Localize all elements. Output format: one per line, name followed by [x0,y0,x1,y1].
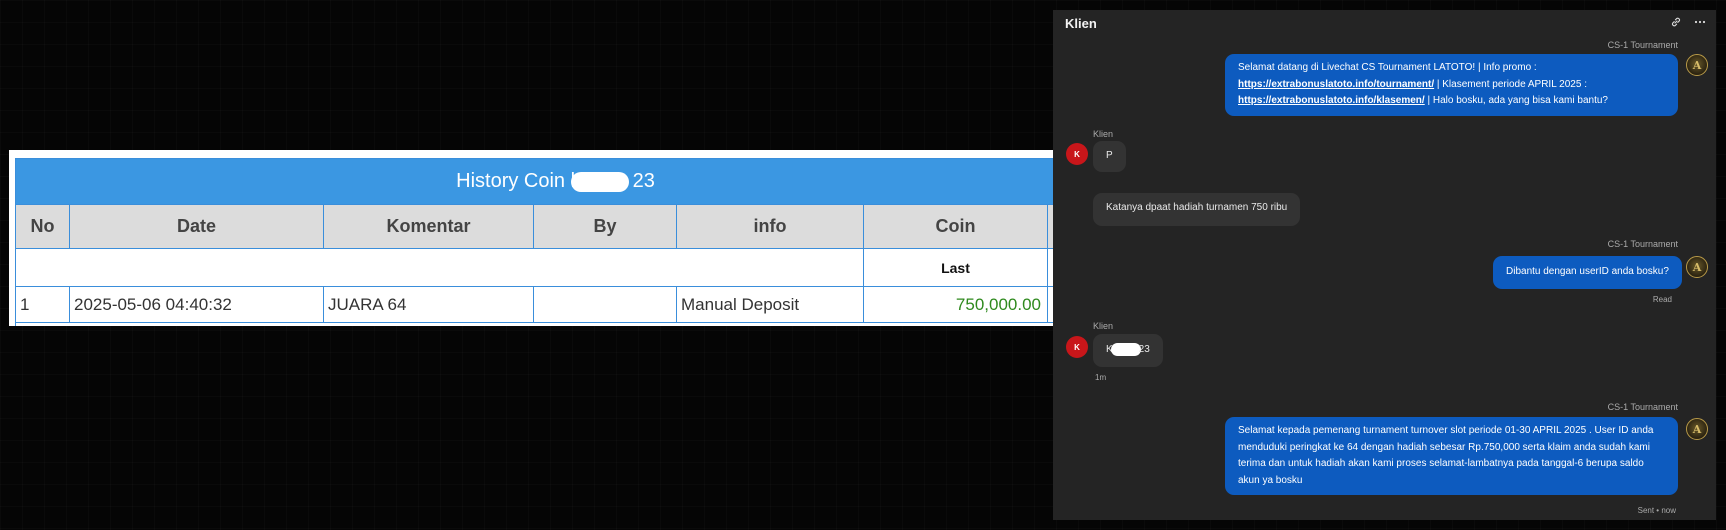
chat-actions [1670,16,1706,31]
client-message: P [1093,141,1126,172]
message-time: 1m [1095,373,1107,382]
table-title-suffix: 23 [632,170,655,192]
agent-message-welcome: Selamat datang di Livechat CS Tournament… [1225,54,1678,116]
table-title: History Coin k 23 [14,158,1053,205]
link-icon[interactable] [1670,16,1682,31]
cell-no: 1 [15,286,70,323]
cell-info: Manual Deposit [676,286,864,323]
msg-text: | Klasement periode APRIL 2025 : [1434,78,1587,90]
agent-name-label: CS-1 Tournament [1607,40,1678,50]
cell-by [533,286,677,323]
client-name-label: Klien [1093,321,1114,331]
agent-avatar: A [1686,418,1708,440]
client-message-userid: K 23 [1093,334,1163,367]
agent-avatar: A [1686,54,1708,76]
history-coin-panel: History Coin k 23 No Date Komentar By inf… [9,150,1053,326]
cell-komentar: JUARA 64 [323,286,534,323]
history-coin-table: History Coin k 23 No Date Komentar By inf… [14,158,1053,326]
msg-text: Selamat datang di Livechat CS Tournament… [1238,62,1537,73]
tournament-link[interactable]: https://extrabonuslatoto.info/tournament… [1238,79,1434,90]
col-header-date[interactable]: Date [69,204,324,249]
msg-text: 23 [1138,344,1150,356]
sub-header-last: Last [863,248,1048,287]
redaction-mark [1110,343,1141,356]
agent-name-label: CS-1 Tournament [1607,239,1678,249]
table-row[interactable]: 1 2025-05-06 04:40:32 JUARA 64 Manual De… [15,286,1053,323]
sent-status: Sent • now [1637,506,1676,515]
chat-title: Klien [1065,15,1097,31]
table-row-partial [14,322,1053,326]
cell-date: 2025-05-06 04:40:32 [69,286,324,323]
table-title-prefix: History Coin k [456,170,581,192]
col-header-info[interactable]: info [676,204,864,249]
read-status: Read [1652,295,1672,304]
chat-header: Klien [1053,12,1716,34]
col-header-coin[interactable]: Coin [863,204,1048,249]
agent-name-label: CS-1 Tournament [1607,402,1678,412]
agent-message-ask-userid: Dibantu dengan userID anda bosku? [1493,256,1682,289]
agent-avatar: A [1686,256,1708,278]
msg-text: | Halo bosku, ada yang bisa kami bantu? [1424,95,1608,106]
sub-header-blank [15,248,864,287]
col-header-by[interactable]: By [533,204,677,249]
redaction-mark [571,172,630,192]
client-message: Katanya dpaat hadiah turnamen 750 ribu [1093,193,1301,226]
klasemen-link[interactable]: https://extrabonuslatoto.info/klasemen/ [1238,95,1425,106]
cell-coin: 750,000.00 [863,286,1048,323]
agent-message-congratulation: Selamat kepada pemenang turnament turnov… [1225,417,1678,495]
client-avatar: K [1066,336,1088,358]
col-header-komentar[interactable]: Komentar [323,204,534,249]
client-name-label: Klien [1093,129,1114,139]
client-avatar: K [1066,143,1088,165]
chat-panel: Klien CS-1 Tournament Selamat datang di … [1053,10,1716,520]
col-header-no[interactable]: No [15,204,70,249]
more-icon[interactable] [1694,16,1706,31]
